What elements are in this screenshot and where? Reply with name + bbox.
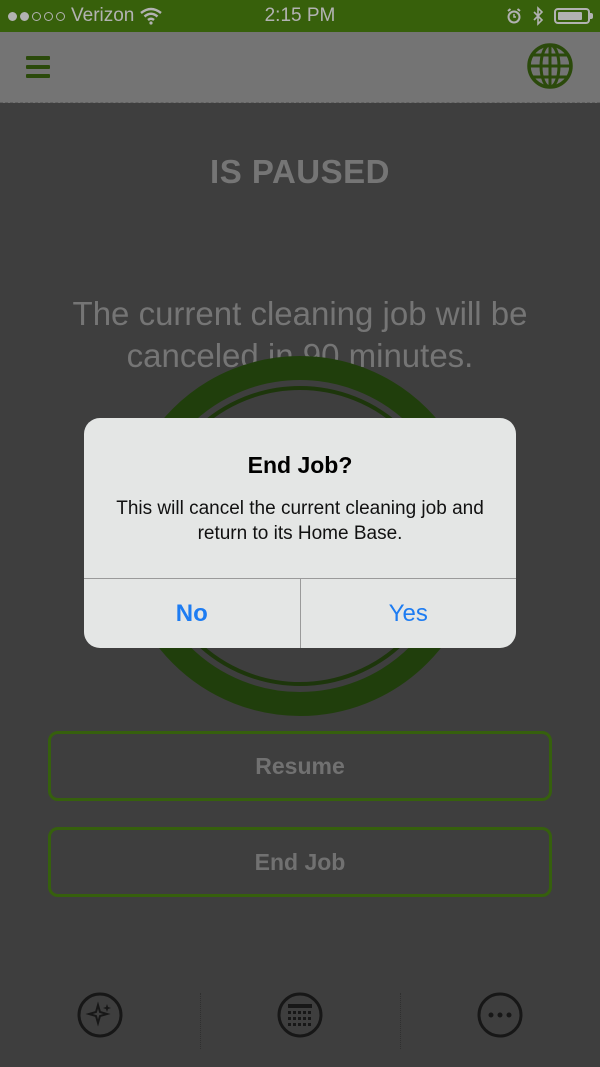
alert-message: This will cancel the current cleaning jo…	[116, 498, 484, 544]
yes-button[interactable]: Yes	[301, 579, 517, 648]
alert-title: End Job?	[247, 452, 353, 478]
end-job-alert: End Job? This will cancel the current cl…	[84, 418, 516, 648]
no-button[interactable]: No	[84, 579, 301, 648]
alert-buttons: No Yes	[84, 578, 516, 648]
